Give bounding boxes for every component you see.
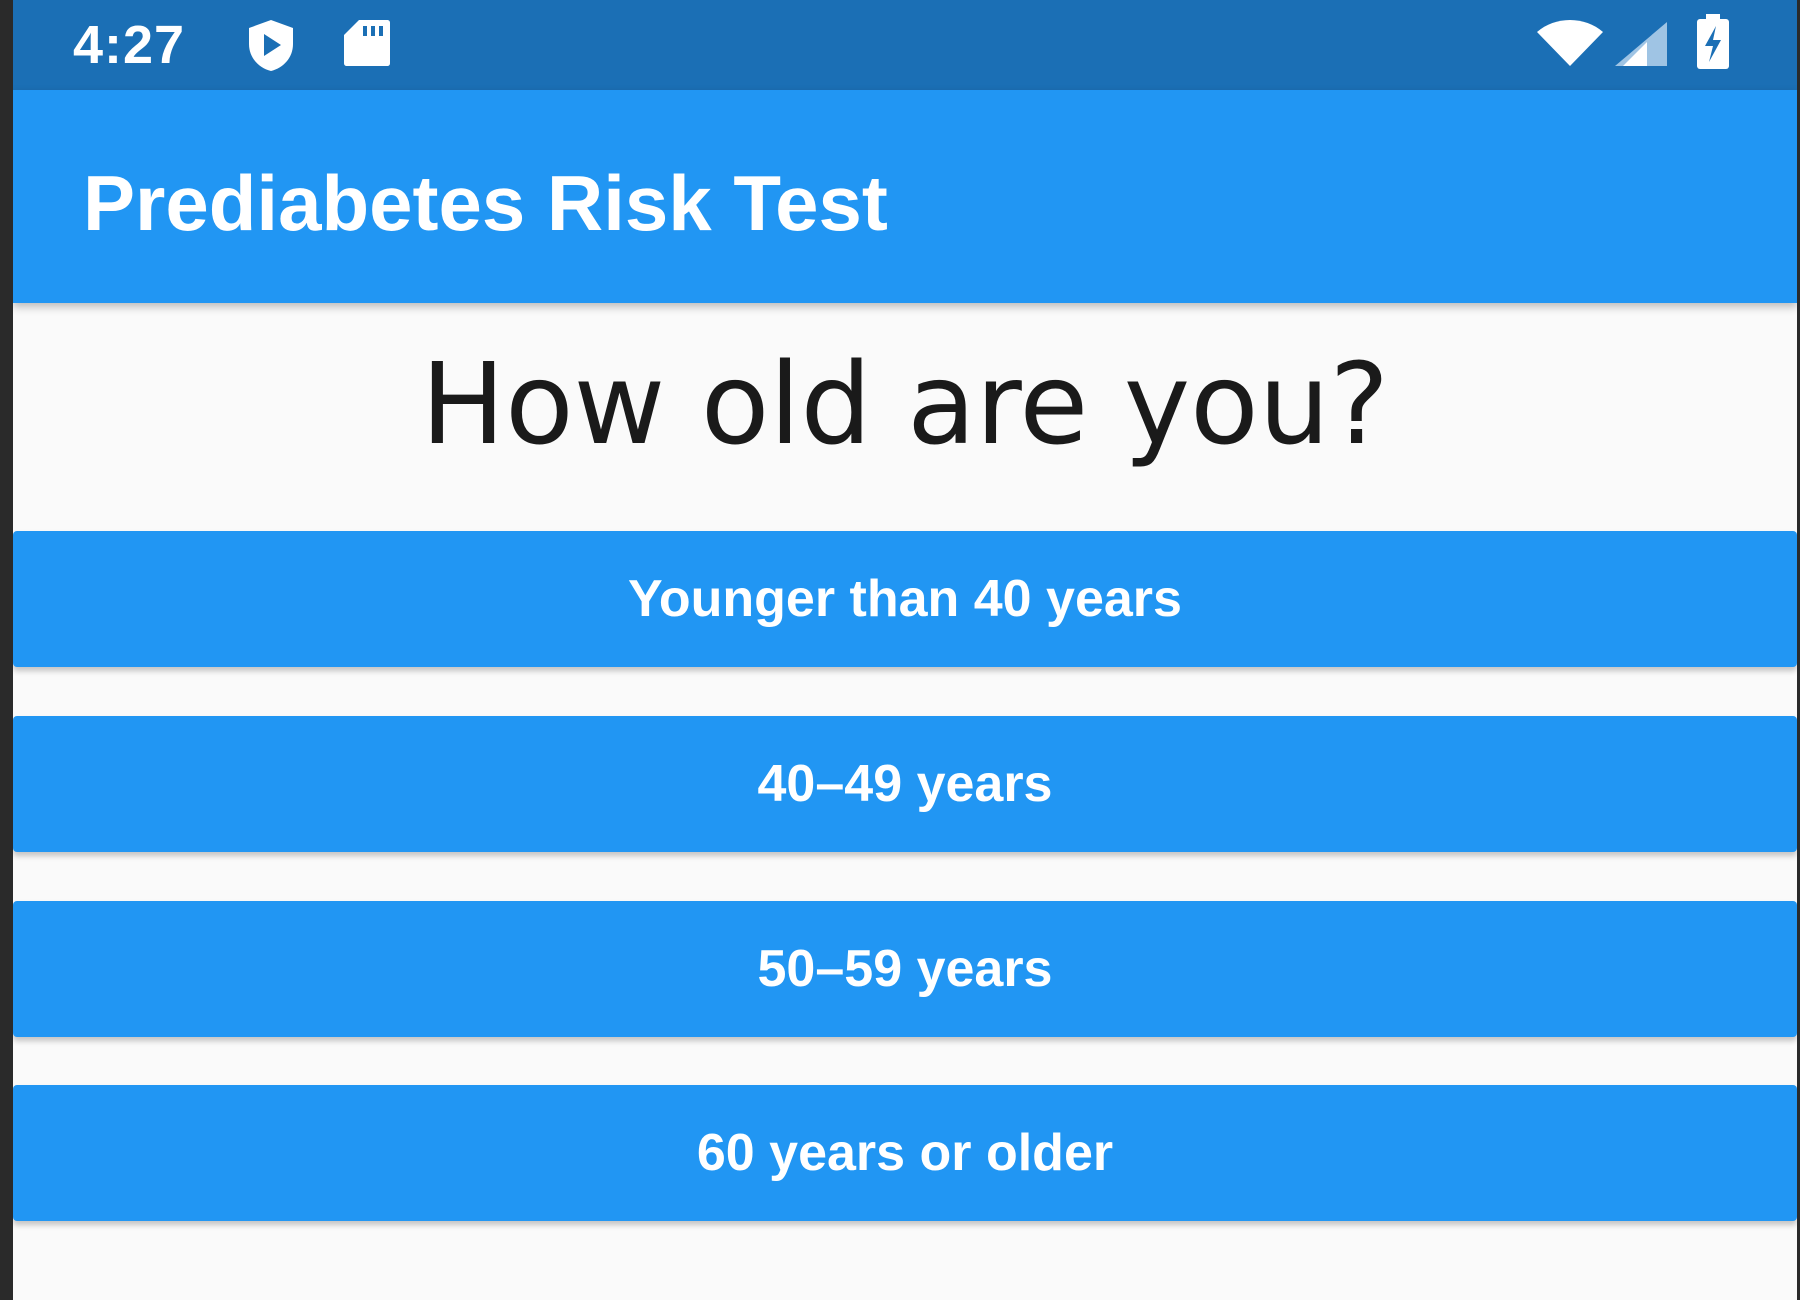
app-screen: 4:27 Prediabetes Risk Test How old are y…: [13, 0, 1797, 1300]
answer-button-50-59[interactable]: 50–59 years: [13, 901, 1797, 1037]
status-bar: 4:27: [13, 0, 1797, 90]
play-protect-icon: [249, 20, 293, 71]
wifi-icon: [1537, 20, 1603, 66]
app-title: Prediabetes Risk Test: [83, 159, 888, 247]
cell-signal-icon: [1615, 22, 1667, 66]
sd-card-icon: [344, 20, 390, 66]
answer-button-60-plus[interactable]: 60 years or older: [13, 1085, 1797, 1221]
battery-charging-icon: [1697, 14, 1729, 69]
status-time: 4:27: [73, 15, 186, 75]
question-text: How old are you?: [420, 340, 1390, 470]
app-bar: Prediabetes Risk Test: [13, 90, 1797, 303]
answer-button-under-40[interactable]: Younger than 40 years: [13, 531, 1797, 667]
answer-button-40-49[interactable]: 40–49 years: [13, 716, 1797, 852]
